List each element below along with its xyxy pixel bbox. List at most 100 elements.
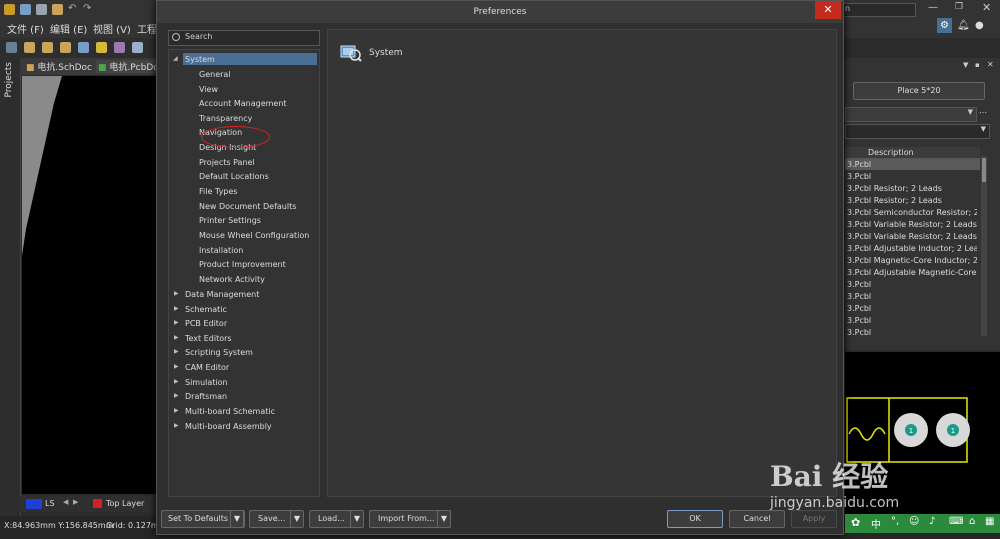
collapsed-arrow-icon[interactable]: ▶ [174,290,179,297]
tree-item-cam-editor[interactable]: CAM Editor [185,363,229,372]
tree-item-new-document-defaults[interactable]: New Document Defaults [199,202,296,211]
dialog-close-icon[interactable]: ✕ [815,1,841,19]
user-icon[interactable]: ● [975,20,984,31]
component-search-input[interactable]: ▼ [845,124,990,139]
save-dropdown[interactable]: ▼ [290,510,304,528]
layer-next-icon[interactable]: ▶ [73,498,78,506]
restore-icon[interactable]: ❐ [955,2,963,12]
arc-icon[interactable] [114,42,125,53]
tree-item-simulation[interactable]: Simulation [185,378,228,387]
collapsed-arrow-icon[interactable]: ▶ [174,305,179,312]
expanded-arrow-icon[interactable]: ◢ [173,55,178,62]
list-item[interactable]: 3.Pcbl [847,280,977,289]
collapsed-arrow-icon[interactable]: ▶ [174,348,179,355]
description-column-header[interactable]: Description [868,148,914,157]
tab-pcbdoc[interactable]: ■ 电抗.PcbDo [96,60,161,73]
tree-item-projects-panel[interactable]: Projects Panel [199,158,255,167]
tree-item-data-management[interactable]: Data Management [185,290,259,299]
ok-button[interactable]: OK [667,510,723,528]
highlight-icon[interactable] [42,42,53,53]
tree-item-file-types[interactable]: File Types [199,187,237,196]
list-item[interactable]: 3.Pcbl Variable Resistor; 2 Leads [847,220,977,229]
menu-edit[interactable]: 编辑 (E) [50,21,87,36]
wire-icon[interactable] [60,42,71,53]
minimize-icon[interactable]: — [928,2,938,13]
tree-item-schematic[interactable]: Schematic [185,305,227,314]
apply-button[interactable]: Apply [791,510,837,528]
undo-icon[interactable]: ↶ [68,4,79,15]
list-item[interactable]: 3.Pcbl [847,172,977,181]
top-layer-tab[interactable]: Top Layer [106,499,144,508]
tree-item-printer-settings[interactable]: Printer Settings [199,216,261,225]
projects-panel-strip[interactable]: Projects [0,58,21,518]
tree-item-network-activity[interactable]: Network Activity [199,275,265,284]
tree-item-multi-board-schematic[interactable]: Multi-board Schematic [185,407,275,416]
tree-item-pcb-editor[interactable]: PCB Editor [185,319,227,328]
tree-item-installation[interactable]: Installation [199,246,243,255]
tree-item-default-locations[interactable]: Default Locations [199,172,269,181]
list-item[interactable]: 3.Pcbl Adjustable Inductor; 2 Leads [847,244,977,253]
open-folder-icon[interactable] [52,4,63,15]
list-item[interactable]: 3.Pcbl [847,316,977,325]
menu-file[interactable]: 文件 (F) [7,21,44,36]
cancel-button[interactable]: Cancel [729,510,785,528]
panel-pin-icon[interactable]: ▪ [975,61,980,69]
place-component-button[interactable]: Place 5*20 [853,82,985,100]
preferences-search-input[interactable]: Search [168,30,320,46]
tab-schdoc[interactable]: ■ 电抗.SchDoc [26,60,92,73]
collapsed-arrow-icon[interactable]: ▶ [174,319,179,326]
tree-item-mouse-wheel-configuration[interactable]: Mouse Wheel Configuration [199,231,309,240]
window-close-icon[interactable]: ✕ [982,1,991,14]
list-item[interactable]: 3.Pcbl Variable Resistor; 2 Leads [847,232,977,241]
set-to-defaults-dropdown[interactable]: ▼ [230,510,244,528]
list-item[interactable]: 3.Pcbl [847,304,977,313]
collapsed-arrow-icon[interactable]: ▶ [174,392,179,399]
menu-view[interactable]: 视图 (V) [93,21,131,36]
layer-set-label[interactable]: LS [45,499,55,508]
import-from-dropdown[interactable]: ▼ [437,510,451,528]
list-item[interactable]: 3.Pcbl Resistor; 2 Leads [847,196,977,205]
filter-icon[interactable] [6,42,17,53]
collapsed-arrow-icon[interactable]: ▶ [174,422,179,429]
tree-item-scripting-system[interactable]: Scripting System [185,348,253,357]
list-scrollbar[interactable] [981,156,987,336]
list-item[interactable]: 3.Pcbl [847,292,977,301]
menu-project[interactable]: 工程 [137,21,157,36]
more-options-icon[interactable]: ⋯ [979,108,987,117]
list-item[interactable]: 3.Pcbl [847,160,977,169]
layer-prev-icon[interactable]: ◀ [63,498,68,506]
tree-item-account-management[interactable]: Account Management [199,99,287,108]
save-icon[interactable] [20,4,31,15]
notifications-bell-icon[interactable]: 🔔︎ [957,20,970,31]
tree-item-transparency[interactable]: Transparency [199,114,252,123]
tree-item-view[interactable]: View [199,85,218,94]
settings-gear-icon[interactable]: ⚙ [937,18,952,33]
tree-item-system[interactable]: System [185,55,215,64]
tree-item-text-editors[interactable]: Text Editors [185,334,232,343]
list-item[interactable]: 3.Pcbl Semiconductor Resistor; 2 L [847,208,977,217]
list-item[interactable]: 3.Pcbl Resistor; 2 Leads [847,184,977,193]
list-item[interactable]: 3.Pcbl Magnetic-Core Inductor; 2 Le [847,256,977,265]
collapsed-arrow-icon[interactable]: ▶ [174,407,179,414]
tree-item-general[interactable]: General [199,70,231,79]
panel-close-icon[interactable]: ✕ [987,60,994,69]
panel-menu-icon[interactable]: ▼ [963,61,968,69]
tree-item-product-improvement[interactable]: Product Improvement [199,260,286,269]
library-dropdown[interactable]: ▼ [845,107,977,122]
collapsed-arrow-icon[interactable]: ▶ [174,378,179,385]
list-item[interactable]: 3.Pcbl [847,328,977,337]
tree-item-multi-board-assembly[interactable]: Multi-board Assembly [185,422,272,431]
scrollbar-thumb[interactable] [982,158,986,182]
component-icon[interactable] [78,42,89,53]
pcb-canvas[interactable] [22,76,156,494]
pin-icon[interactable] [96,42,107,53]
global-search-input[interactable]: n [842,3,916,17]
collapsed-arrow-icon[interactable]: ▶ [174,334,179,341]
place-text-icon[interactable] [132,42,143,53]
redo-icon[interactable]: ↷ [83,4,94,15]
route-icon[interactable] [24,42,35,53]
list-item[interactable]: 3.Pcbl Adjustable Magnetic-Core In [847,268,977,277]
tree-item-draftsman[interactable]: Draftsman [185,392,227,401]
collapsed-arrow-icon[interactable]: ▶ [174,363,179,370]
save-all-icon[interactable] [36,4,47,15]
